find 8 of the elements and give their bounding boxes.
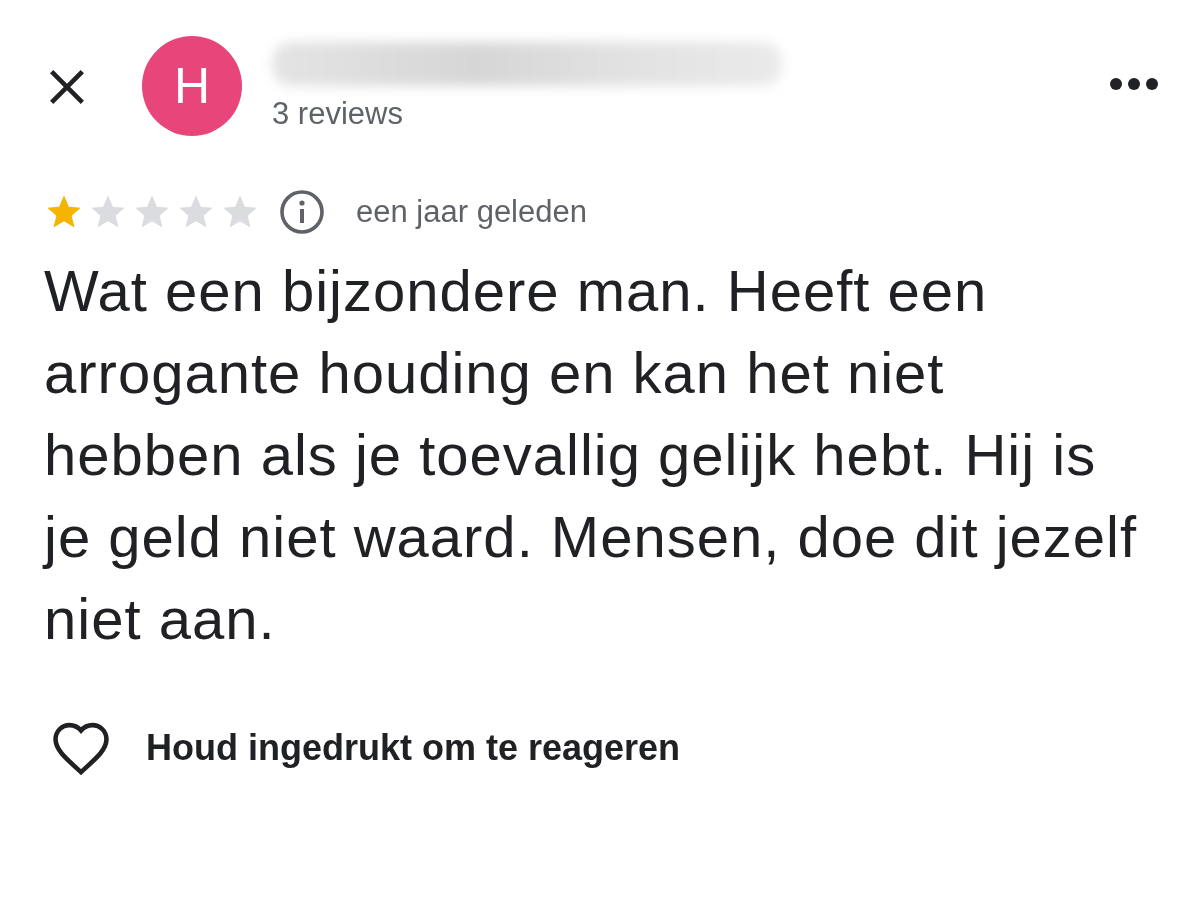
review-count: 3 reviews (272, 96, 404, 132)
review-text: Wat een bijzondere man. Heeft een arrogante houding en kan het niet hebben als je toevallig gelijk hebt. Hij is je geld niet waard. Mensen, doe dit jezelf niet aan. (44, 257, 1139, 653)
info-icon[interactable] (278, 188, 326, 236)
reaction-hint: Houd ingedrukt om te reageren (146, 727, 681, 769)
avatar: H (142, 36, 242, 136)
review-date: een jaar geleden (356, 194, 587, 230)
more-options-button[interactable] (1108, 76, 1160, 92)
heart-icon[interactable] (50, 720, 112, 776)
